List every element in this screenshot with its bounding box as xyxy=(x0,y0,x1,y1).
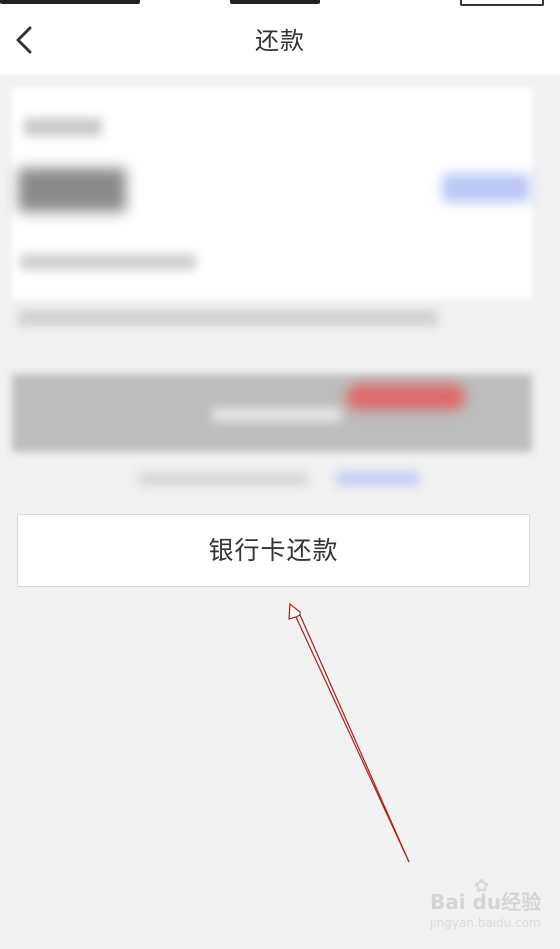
status-bar-carrier xyxy=(0,0,140,4)
blurred-description xyxy=(18,310,438,326)
navigation-bar: 还款 xyxy=(0,8,560,74)
watermark-logo: Bai du经验 xyxy=(430,890,542,914)
blurred-note xyxy=(20,254,196,270)
blurred-button-label xyxy=(212,408,342,422)
status-bar xyxy=(0,0,560,8)
blurred-link-button xyxy=(442,174,530,202)
blurred-label xyxy=(24,118,102,136)
battery-icon xyxy=(460,0,544,6)
blurred-footer-link xyxy=(336,472,420,486)
blurred-repayment-details xyxy=(12,88,532,508)
blurred-promo-badge xyxy=(346,384,466,410)
bank-card-repay-button[interactable]: 银行卡还款 xyxy=(17,514,530,587)
page-title: 还款 xyxy=(255,27,305,55)
blurred-amount xyxy=(18,168,126,212)
watermark-url: jingyan.baidu.com xyxy=(430,916,541,930)
status-bar-time xyxy=(230,0,320,4)
blurred-footer-text xyxy=(138,472,308,486)
watermark: ✿ Bai du经验 jingyan.baidu.com xyxy=(430,876,556,942)
